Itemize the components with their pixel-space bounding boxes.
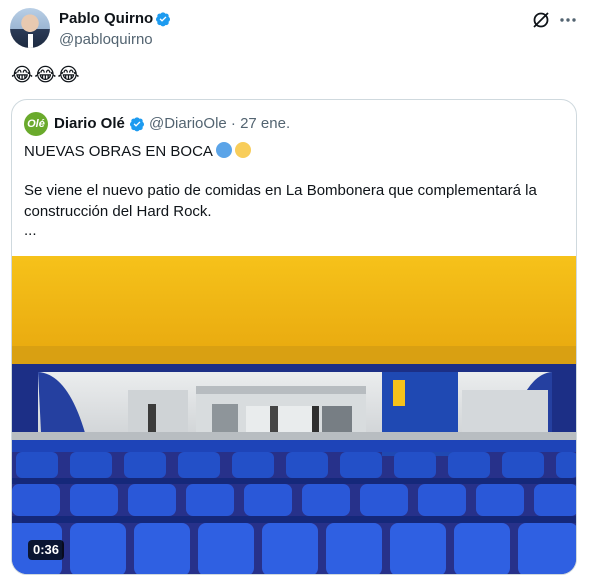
- video-duration-badge: 0:36: [28, 540, 65, 560]
- more-icon[interactable]: [558, 10, 578, 30]
- post-text: 😂😂😂: [11, 65, 81, 86]
- quoted-avatar[interactable]: Olé: [24, 112, 48, 136]
- verified-icon: [156, 12, 170, 27]
- stadium-render: [12, 256, 576, 574]
- tweet: Pablo Quirno @pabloquirno 😂😂😂 Olé Diario…: [0, 0, 602, 582]
- video-thumbnail[interactable]: [12, 256, 576, 574]
- author-name[interactable]: Pablo Quirno: [59, 9, 153, 29]
- quoted-headline: NUEVAS OBRAS EN BOCA: [24, 141, 564, 162]
- quoted-ellipsis: ...: [24, 222, 37, 239]
- verified-icon: [130, 117, 144, 132]
- yellow-circle-emoji: [234, 142, 251, 158]
- author-handle[interactable]: @pabloquirno: [59, 30, 153, 50]
- quoted-body: Se viene el nuevo patio de comidas en La…: [24, 182, 537, 220]
- blue-circle-emoji: [215, 142, 232, 158]
- quoted-tweet[interactable]: Olé Diario Olé @DiarioOle · 27 ene. NUEV…: [11, 99, 577, 575]
- grok-icon[interactable]: [531, 10, 551, 30]
- quoted-author-name[interactable]: Diario Olé: [54, 114, 125, 134]
- avatar[interactable]: [10, 8, 50, 48]
- quoted-handle-time[interactable]: @DiarioOle · 27 ene.: [149, 114, 290, 134]
